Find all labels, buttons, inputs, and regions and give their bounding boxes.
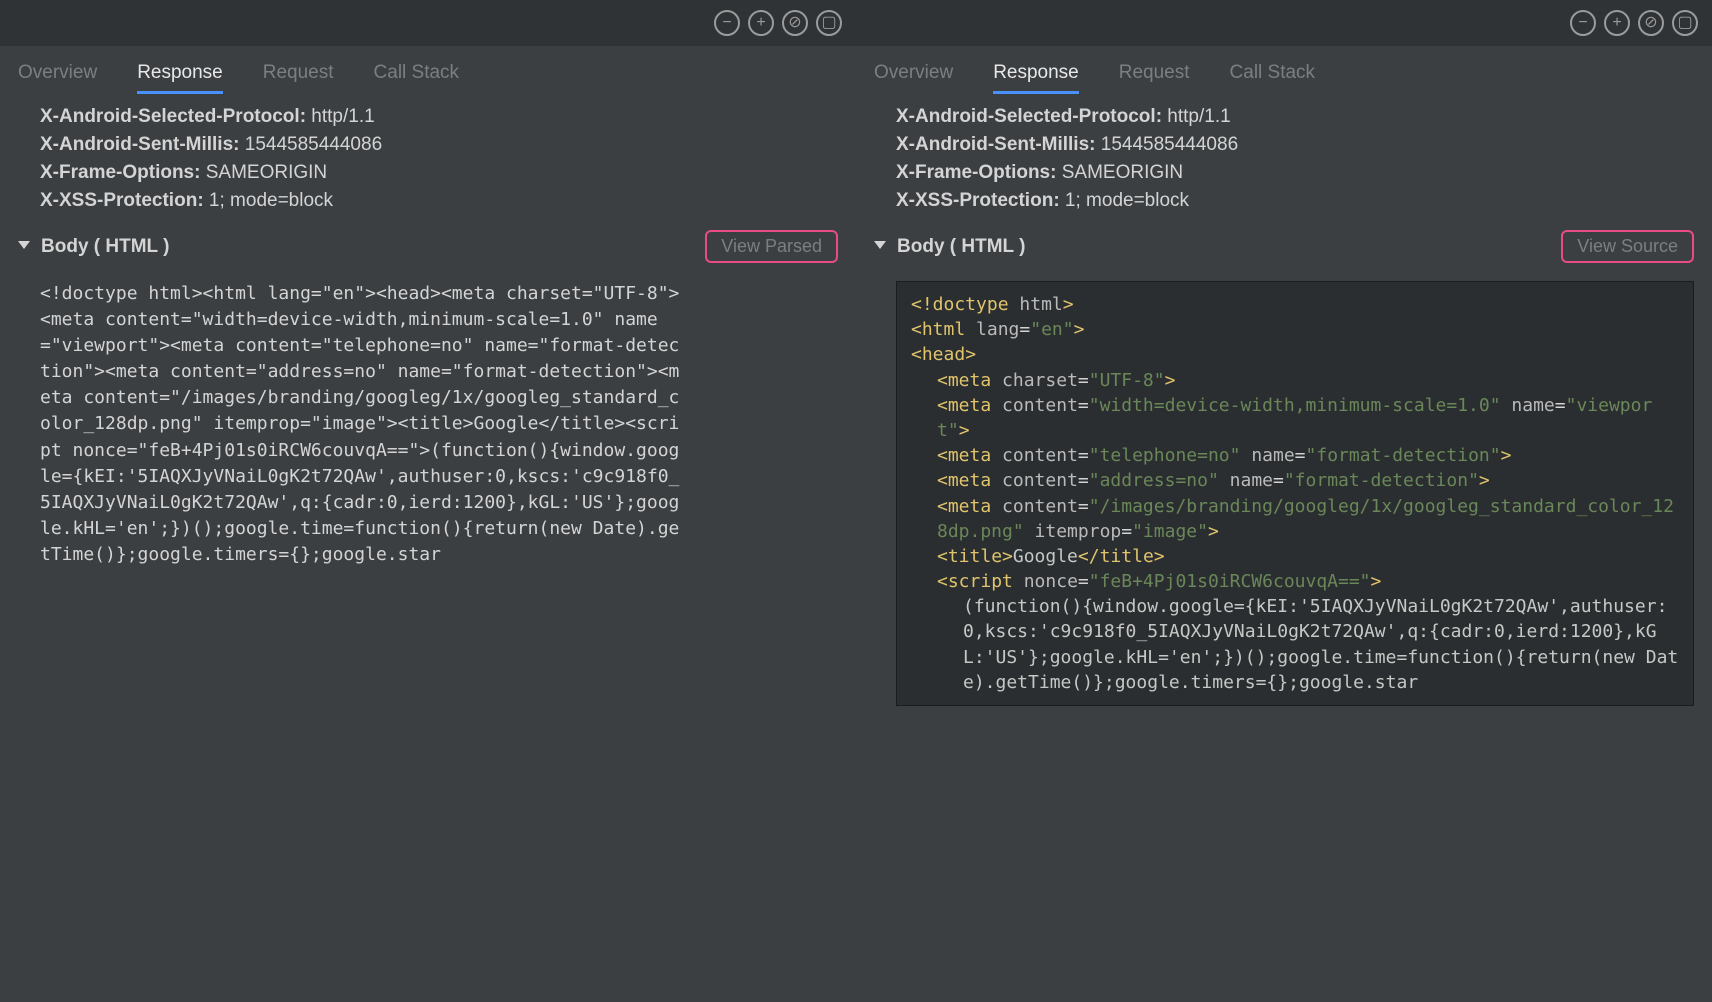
body-title: Body ( HTML ) xyxy=(41,236,169,257)
panel-toolbar: − + ⊘ ▢ xyxy=(856,0,1712,46)
no-icon[interactable]: ⊘ xyxy=(782,10,808,36)
raw-body-text: <!doctype html><html lang="en"><head><me… xyxy=(40,281,680,568)
right-panel: − + ⊘ ▢ Overview Response Request Call S… xyxy=(856,0,1712,1002)
header-value: http/1.1 xyxy=(311,106,374,127)
header-key: X-XSS-Protection xyxy=(896,190,1065,211)
header-key: X-XSS-Protection xyxy=(40,190,209,211)
chevron-down-icon[interactable] xyxy=(18,241,30,255)
panel-toolbar: − + ⊘ ▢ xyxy=(0,0,856,46)
header-value: SAMEORIGIN xyxy=(206,162,327,183)
header-key: X-Android-Sent-Millis xyxy=(896,134,1101,155)
plus-icon[interactable]: + xyxy=(748,10,774,36)
tabs-bar: Overview Response Request Call Stack xyxy=(856,46,1712,100)
tab-callstack[interactable]: Call Stack xyxy=(1230,46,1316,100)
tab-callstack[interactable]: Call Stack xyxy=(374,46,460,100)
header-row: X-XSS-Protection1; mode=block xyxy=(40,190,838,212)
minus-icon[interactable]: − xyxy=(1570,10,1596,36)
header-key: X-Android-Selected-Protocol xyxy=(40,106,311,127)
header-value: 1544585444086 xyxy=(1101,134,1238,155)
header-row: X-XSS-Protection1; mode=block xyxy=(896,190,1694,212)
view-parsed-button[interactable]: View Parsed xyxy=(705,230,838,263)
header-value: SAMEORIGIN xyxy=(1062,162,1183,183)
plus-icon[interactable]: + xyxy=(1604,10,1630,36)
response-panel-right: − + ⊘ ▢ Overview Response Request Call S… xyxy=(856,0,1712,1002)
header-row: X-Android-Sent-Millis1544585444086 xyxy=(40,134,838,156)
tab-response[interactable]: Response xyxy=(993,46,1079,100)
tab-overview[interactable]: Overview xyxy=(18,46,97,100)
chevron-down-icon[interactable] xyxy=(874,241,886,255)
header-row: X-Frame-OptionsSAMEORIGIN xyxy=(40,162,838,184)
header-row: X-Android-Sent-Millis1544585444086 xyxy=(896,134,1694,156)
body-section: Body ( HTML ) View Parsed <!doctype html… xyxy=(40,230,838,568)
header-key: X-Android-Sent-Millis xyxy=(40,134,245,155)
header-key: X-Frame-Options xyxy=(40,162,206,183)
header-row: X-Android-Selected-Protocolhttp/1.1 xyxy=(40,106,838,128)
parsed-body-code: <!doctype html><html lang="en"><head><me… xyxy=(896,281,1694,706)
response-panel-left: − + ⊘ ▢ Overview Response Request Call S… xyxy=(0,0,856,1002)
header-key: X-Android-Selected-Protocol xyxy=(896,106,1167,127)
minus-icon[interactable]: − xyxy=(714,10,740,36)
screen-icon[interactable]: ▢ xyxy=(1672,10,1698,36)
header-value: 1; mode=block xyxy=(1065,190,1189,211)
response-content: X-Android-Selected-Protocolhttp/1.1 X-An… xyxy=(0,100,856,1002)
tab-response[interactable]: Response xyxy=(137,46,223,100)
header-key: X-Frame-Options xyxy=(896,162,1062,183)
view-source-button[interactable]: View Source xyxy=(1561,230,1694,263)
screen-icon[interactable]: ▢ xyxy=(816,10,842,36)
response-content: X-Android-Selected-Protocolhttp/1.1 X-An… xyxy=(856,100,1712,1002)
body-title: Body ( HTML ) xyxy=(897,236,1025,257)
left-panel: − + ⊘ ▢ Overview Response Request Call S… xyxy=(0,0,856,1002)
header-value: 1; mode=block xyxy=(209,190,333,211)
header-value: http/1.1 xyxy=(1167,106,1230,127)
tab-request[interactable]: Request xyxy=(263,46,334,100)
tab-request[interactable]: Request xyxy=(1119,46,1190,100)
body-section: Body ( HTML ) View Source <!doctype html… xyxy=(896,230,1694,706)
header-row: X-Frame-OptionsSAMEORIGIN xyxy=(896,162,1694,184)
tabs-bar: Overview Response Request Call Stack xyxy=(0,46,856,100)
tab-overview[interactable]: Overview xyxy=(874,46,953,100)
header-row: X-Android-Selected-Protocolhttp/1.1 xyxy=(896,106,1694,128)
header-value: 1544585444086 xyxy=(245,134,382,155)
no-icon[interactable]: ⊘ xyxy=(1638,10,1664,36)
